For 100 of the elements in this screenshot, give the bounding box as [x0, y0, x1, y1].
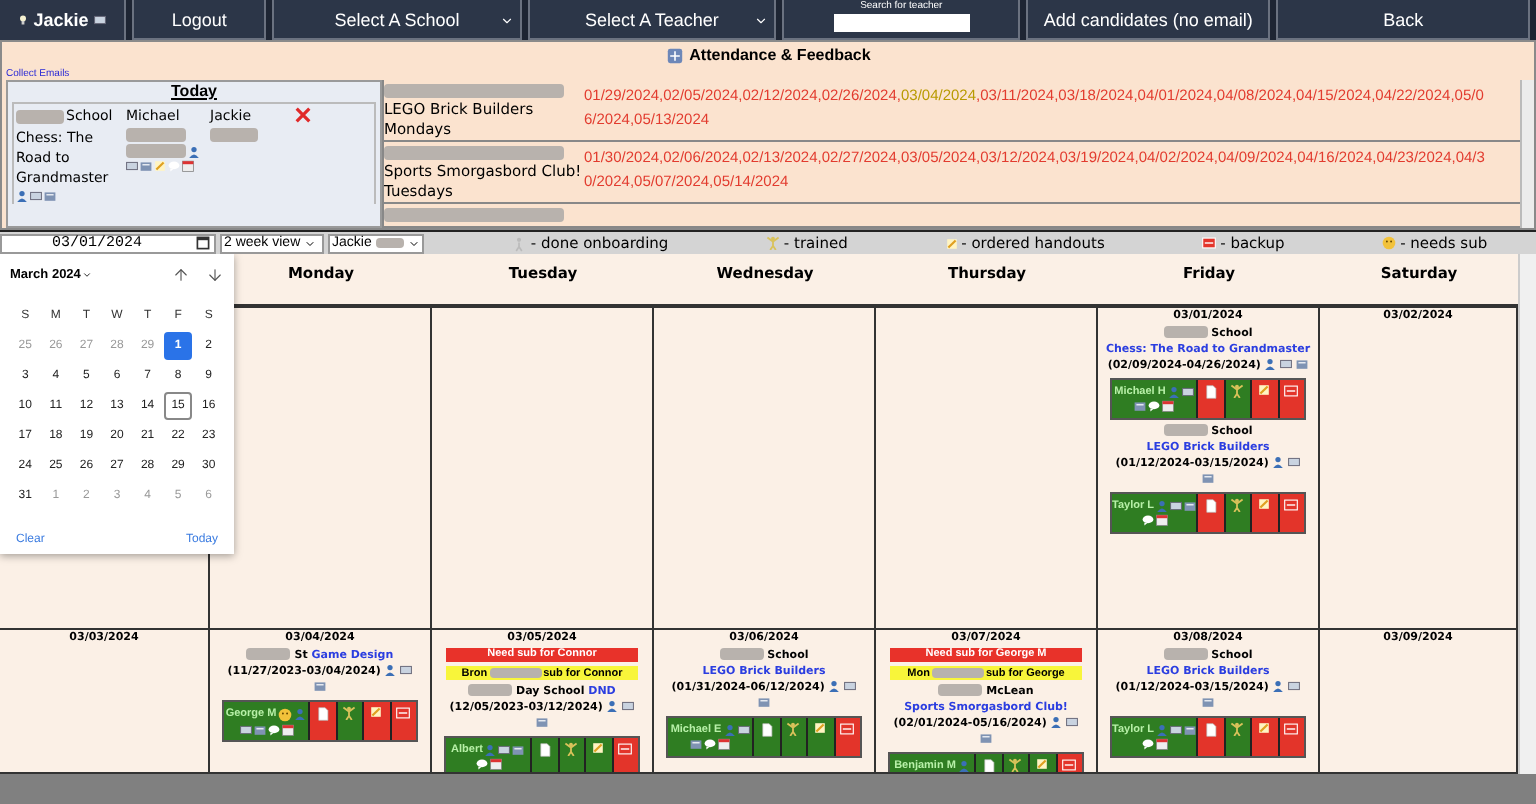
- redacted-text: [489, 668, 542, 678]
- nav-button[interactable]: Back: [1276, 0, 1531, 40]
- pencil-icon: [154, 160, 166, 172]
- redacted-text: [246, 648, 291, 661]
- previous-month-button[interactable]: [172, 266, 190, 284]
- document-icon: [1203, 498, 1218, 514]
- person-icon: [1050, 716, 1063, 729]
- search-field[interactable]: [833, 14, 970, 32]
- inbox-icon: [980, 732, 992, 745]
- person-icon: [606, 700, 619, 713]
- pencil-icon: [1036, 758, 1049, 770]
- document-icon: [537, 742, 552, 758]
- calendar-icon: [1155, 738, 1167, 750]
- panel-title: Attendance & Feedback: [689, 46, 871, 64]
- card-icon: [737, 724, 750, 736]
- card-icon: [1170, 500, 1182, 512]
- person-icon: [828, 680, 841, 693]
- document-icon: [315, 706, 330, 722]
- lightbulb-icon: [17, 12, 28, 28]
- figure-icon: [564, 742, 579, 756]
- user-name: Jackie: [33, 10, 89, 30]
- person-icon: [16, 190, 28, 202]
- figure-icon: [786, 722, 801, 736]
- add-candidates-button[interactable]: Add candidates (no email): [1026, 0, 1271, 40]
- figure-icon: [1230, 498, 1245, 512]
- person-icon: [1167, 386, 1180, 398]
- pencil-icon: [945, 237, 958, 249]
- pencil-icon: [1258, 722, 1271, 734]
- select-dropdown[interactable]: Select A School: [272, 0, 522, 40]
- card-icon: [400, 664, 413, 677]
- document-icon: [1203, 384, 1218, 400]
- redacted-text: [938, 684, 983, 697]
- figure-icon: [1230, 722, 1245, 736]
- table-icon: [665, 47, 684, 63]
- nav-button[interactable]: Logout: [132, 0, 267, 40]
- person-icon: [484, 744, 497, 756]
- inbox-icon: [1184, 724, 1196, 736]
- scrollbar[interactable]: [1520, 80, 1534, 228]
- card-icon: [239, 723, 251, 735]
- speech-bubble-icon: [1148, 400, 1160, 412]
- remove-button[interactable]: [294, 106, 312, 124]
- calendar-icon: [718, 738, 730, 750]
- inbox-icon: [314, 680, 326, 693]
- emoji-face-icon: [1382, 236, 1397, 250]
- today-heading: Today: [169, 82, 219, 102]
- calendar-icon: [182, 160, 194, 172]
- document-icon: [1203, 722, 1218, 738]
- figure-icon: [512, 235, 527, 251]
- person-icon: [384, 664, 397, 677]
- speech-bubble-icon: [475, 758, 487, 770]
- speech-bubble-icon: [267, 723, 279, 735]
- user-tab[interactable]: Jackie: [0, 0, 126, 40]
- next-month-button[interactable]: [206, 266, 224, 284]
- inbox-icon: [512, 744, 525, 756]
- pencil-icon: [1258, 384, 1271, 396]
- document-icon: [759, 722, 774, 738]
- emoji-face-icon: [278, 707, 293, 721]
- speech-bubble-icon: [1141, 738, 1153, 750]
- calendar-icon: [1162, 400, 1174, 412]
- scrollbar[interactable]: [1518, 254, 1536, 774]
- speech-bubble-icon: [704, 738, 716, 750]
- inbox-icon: [1184, 500, 1196, 512]
- chevron-down-icon: [499, 14, 514, 28]
- redacted-text: [375, 238, 404, 248]
- figure-icon: [1230, 384, 1245, 398]
- person-icon: [1264, 358, 1277, 371]
- card-icon: [94, 14, 107, 26]
- person-icon: [188, 145, 200, 157]
- figure-icon: [765, 236, 780, 250]
- pencil-icon: [814, 722, 827, 734]
- calendar-icon: [196, 236, 210, 250]
- inbox-icon: [758, 696, 770, 709]
- card-icon: [1280, 358, 1293, 371]
- figure-icon: [342, 706, 357, 720]
- inbox-icon: [1296, 358, 1309, 371]
- calendar-icon: [489, 758, 501, 770]
- inbox-icon: [536, 716, 548, 729]
- redacted-text: [468, 684, 513, 697]
- card-icon: [1066, 716, 1079, 729]
- select-dropdown[interactable]: Select A Teacher: [527, 0, 777, 40]
- inbox-icon: [1202, 472, 1214, 485]
- redacted-text: [210, 128, 258, 142]
- person-icon: [957, 760, 970, 772]
- card-icon: [844, 680, 857, 693]
- redacted-text: [931, 668, 984, 678]
- x-icon: [294, 106, 312, 124]
- inbox-icon: [1202, 696, 1214, 709]
- chevron-down-icon: [407, 237, 420, 249]
- redacted-text: [1163, 326, 1208, 339]
- sos-badge-icon: [1202, 236, 1217, 250]
- sos-badge-icon: [1062, 758, 1077, 772]
- card-icon: [1288, 456, 1301, 469]
- inbox-icon: [690, 738, 702, 750]
- redacted-text: [1163, 648, 1208, 661]
- inbox-icon: [1134, 400, 1146, 412]
- person-icon: [1156, 500, 1168, 512]
- redacted-text: [16, 109, 64, 123]
- pencil-icon: [1258, 498, 1271, 510]
- redacted-text: [1163, 424, 1208, 437]
- chevron-down-icon: [304, 237, 317, 249]
